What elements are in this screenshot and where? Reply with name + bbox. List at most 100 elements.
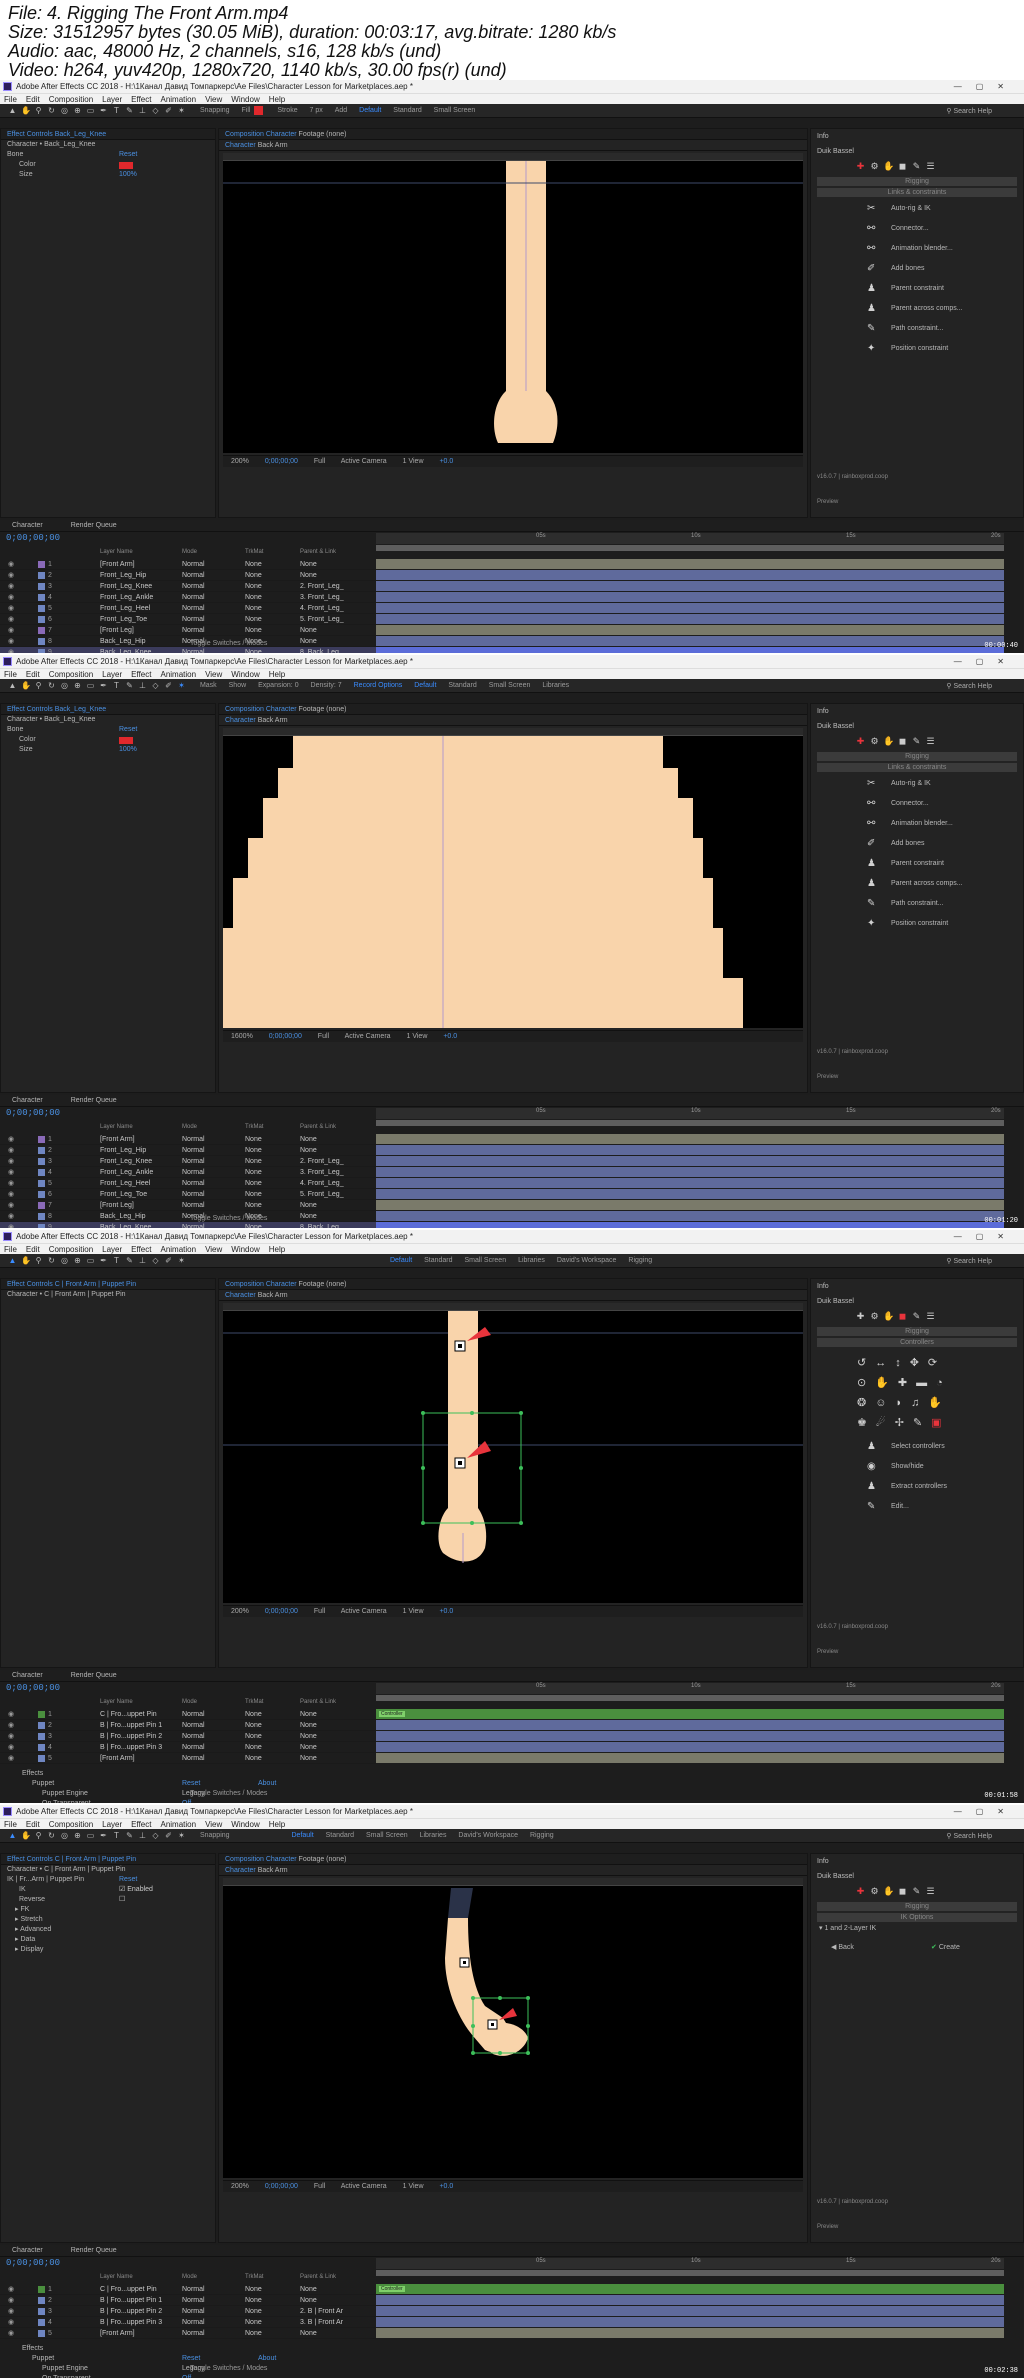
rotate-tool-icon[interactable]: ↻ <box>47 681 56 690</box>
table-row[interactable]: ◉ 1 C | Fro...uppet Pin Normal None None <box>0 2284 376 2295</box>
active-camera[interactable]: Active Camera <box>341 2183 387 2190</box>
resolution-full[interactable]: Full <box>314 1608 325 1615</box>
breadcrumb-character[interactable]: Character <box>225 717 256 724</box>
visibility-eye-icon[interactable]: ◉ <box>8 614 14 625</box>
fx-bone-row[interactable]: Bone Reset <box>1 725 215 735</box>
fx-size-row[interactable]: Size 100% <box>1 745 215 755</box>
layer-name[interactable]: C | Fro...uppet Pin <box>100 2284 157 2295</box>
layer-name[interactable]: Front_Leg_Heel <box>100 1178 150 1189</box>
viewer-timecode[interactable]: 0;00;00;00 <box>265 458 298 465</box>
fx-size-row[interactable]: Size 100% <box>1 170 215 180</box>
visibility-eye-icon[interactable]: ◉ <box>8 1211 14 1222</box>
layer-mode[interactable]: Normal <box>182 1156 205 1167</box>
layer-name[interactable]: Front_Leg_Knee <box>100 581 152 592</box>
menu-composition[interactable]: Composition <box>49 1245 93 1254</box>
layer-mode[interactable]: Normal <box>182 625 205 636</box>
table-row[interactable]: ◉ 8 Back_Leg_Hip Normal None None <box>0 1211 376 1222</box>
workspace-libraries[interactable]: Libraries <box>420 1832 447 1839</box>
table-row[interactable]: ◉ 4 B | Fro...uppet Pin 3 Normal None 3. B | … <box>0 2317 376 2328</box>
breadcrumb-character[interactable]: Character <box>225 1292 256 1299</box>
roto-tool-icon[interactable]: ✐ <box>164 1256 173 1265</box>
table-row[interactable]: ◉ 2 B | Fro...uppet Pin 1 Normal None None <box>0 2295 376 2306</box>
layer-name[interactable]: Front_Leg_Heel <box>100 603 150 614</box>
viewer-timecode[interactable]: 0;00;00;00 <box>265 2183 298 2190</box>
layer-parent[interactable]: None <box>300 1709 317 1720</box>
table-row[interactable]: ◉ 3 B | Fro...uppet Pin 2 Normal None None <box>0 1731 376 1742</box>
layer-parent[interactable]: 8. Back_Leg_ <box>300 1222 343 1228</box>
visibility-eye-icon[interactable]: ◉ <box>8 1731 14 1742</box>
work-area-bar[interactable] <box>376 1120 1004 1126</box>
visibility-eye-icon[interactable]: ◉ <box>8 1178 14 1189</box>
active-camera[interactable]: Active Camera <box>345 1033 391 1040</box>
label-color-swatch[interactable] <box>38 1744 45 1751</box>
layer-name[interactable]: Front_Leg_Hip <box>100 1145 146 1156</box>
layer-parent[interactable]: 8. Back_Leg_ <box>300 647 343 653</box>
table-row[interactable]: ◉ 4 Front_Leg_Ankle Normal None 3. Front_Leg_ <box>0 1167 376 1178</box>
workspace-small-screen[interactable]: Small Screen <box>366 1832 408 1839</box>
duik-section-bar[interactable]: Controllers <box>817 1338 1017 1347</box>
layer-duration-bar[interactable] <box>376 1178 1004 1188</box>
label-color-swatch[interactable] <box>38 1191 45 1198</box>
menu-effect[interactable]: Effect <box>131 1245 151 1254</box>
layer-parent[interactable]: None <box>300 1742 317 1753</box>
visibility-eye-icon[interactable]: ◉ <box>8 2317 14 2328</box>
layer-mode[interactable]: Normal <box>182 1222 205 1228</box>
layer-name[interactable]: [Front Leg] <box>100 625 134 636</box>
layer-duration-bar[interactable] <box>376 559 1004 569</box>
layer-parent[interactable]: 2. B | Front Ar <box>300 2306 343 2317</box>
settings-tab-icon[interactable]: ☰ <box>925 1311 936 1322</box>
layer-trkmat[interactable]: None <box>245 647 262 653</box>
label-color-swatch[interactable] <box>38 1169 45 1176</box>
duik-add-bones[interactable]: ✐ Add bones <box>811 834 1023 854</box>
property-row[interactable]: Effects <box>0 2344 376 2354</box>
property-row[interactable]: Puppet Reset About <box>0 2354 376 2364</box>
layer-parent[interactable]: None <box>300 2284 317 2295</box>
menu-animation[interactable]: Animation <box>160 1820 196 1829</box>
fx-group-fk[interactable]: ▸ FK <box>1 1905 215 1915</box>
pen-tool-icon[interactable]: ✒ <box>99 681 108 690</box>
layer-mode[interactable]: Normal <box>182 1189 205 1200</box>
rigging-tab-icon[interactable]: ✚ <box>855 1311 866 1322</box>
brush-tool-icon[interactable]: ✎ <box>125 1831 134 1840</box>
automation-tab-icon[interactable]: ✋ <box>883 1886 894 1897</box>
menu-layer[interactable]: Layer <box>102 95 122 104</box>
layer-parent[interactable]: None <box>300 570 317 581</box>
layer-trkmat[interactable]: None <box>245 1156 262 1167</box>
table-row[interactable]: ◉ 3 B | Fro...uppet Pin 2 Normal None 2. B | … <box>0 2306 376 2317</box>
rect-tool-icon[interactable]: ▭ <box>86 1831 95 1840</box>
layer-duration-bar[interactable] <box>376 2328 1004 2338</box>
layer-mode[interactable]: Normal <box>182 1709 205 1720</box>
visibility-eye-icon[interactable]: ◉ <box>8 581 14 592</box>
duik-parent-across-comps[interactable]: ♟ Parent across comps... <box>811 874 1023 894</box>
search-help[interactable]: ⚲ Search Help <box>946 1255 992 1269</box>
layer-duration-bar[interactable] <box>376 1200 1004 1210</box>
visibility-eye-icon[interactable]: ◉ <box>8 603 14 614</box>
links-tab-icon[interactable]: ⚙ <box>869 161 880 172</box>
layer-trkmat[interactable]: None <box>245 2317 262 2328</box>
layer-duration-bar[interactable] <box>376 1167 1004 1177</box>
visibility-eye-icon[interactable]: ◉ <box>8 1167 14 1178</box>
pan-behind-tool-icon[interactable]: ⊕ <box>73 106 82 115</box>
label-color-swatch[interactable] <box>38 2319 45 2326</box>
ik-type-select[interactable]: ▾ 1 and 2-Layer IK <box>811 1924 1023 1934</box>
label-color-swatch[interactable] <box>38 1147 45 1154</box>
layer-name[interactable]: [Front Arm] <box>100 1134 135 1145</box>
table-row[interactable]: ◉ 2 B | Fro...uppet Pin 1 Normal None None <box>0 1720 376 1731</box>
layer-trkmat[interactable]: None <box>245 1134 262 1145</box>
layer-parent[interactable]: None <box>300 2295 317 2306</box>
menu-view[interactable]: View <box>205 95 222 104</box>
rect-tool-icon[interactable]: ▭ <box>86 106 95 115</box>
pen-tool-icon[interactable]: ✒ <box>99 1256 108 1265</box>
hand-tool-icon[interactable]: ✋ <box>21 1256 31 1265</box>
layer-parent[interactable]: 5. Front_Leg_ <box>300 614 344 625</box>
layer-name[interactable]: Back_Leg_Hip <box>100 636 146 647</box>
workspace-standard[interactable]: Standard <box>448 682 476 689</box>
puppet-tool-icon[interactable]: ✶ <box>177 1831 186 1840</box>
menu-file[interactable]: File <box>4 1245 17 1254</box>
workspace-standard[interactable]: Standard <box>424 1257 452 1264</box>
toggle-switches[interactable]: Toggle Switches / Modes <box>190 1215 267 1222</box>
eraser-tool-icon[interactable]: ◇ <box>151 106 160 115</box>
resolution-full[interactable]: Full <box>314 2183 325 2190</box>
zoom-tool-icon[interactable]: ⚲ <box>34 106 43 115</box>
label-color-swatch[interactable] <box>38 1722 45 1729</box>
